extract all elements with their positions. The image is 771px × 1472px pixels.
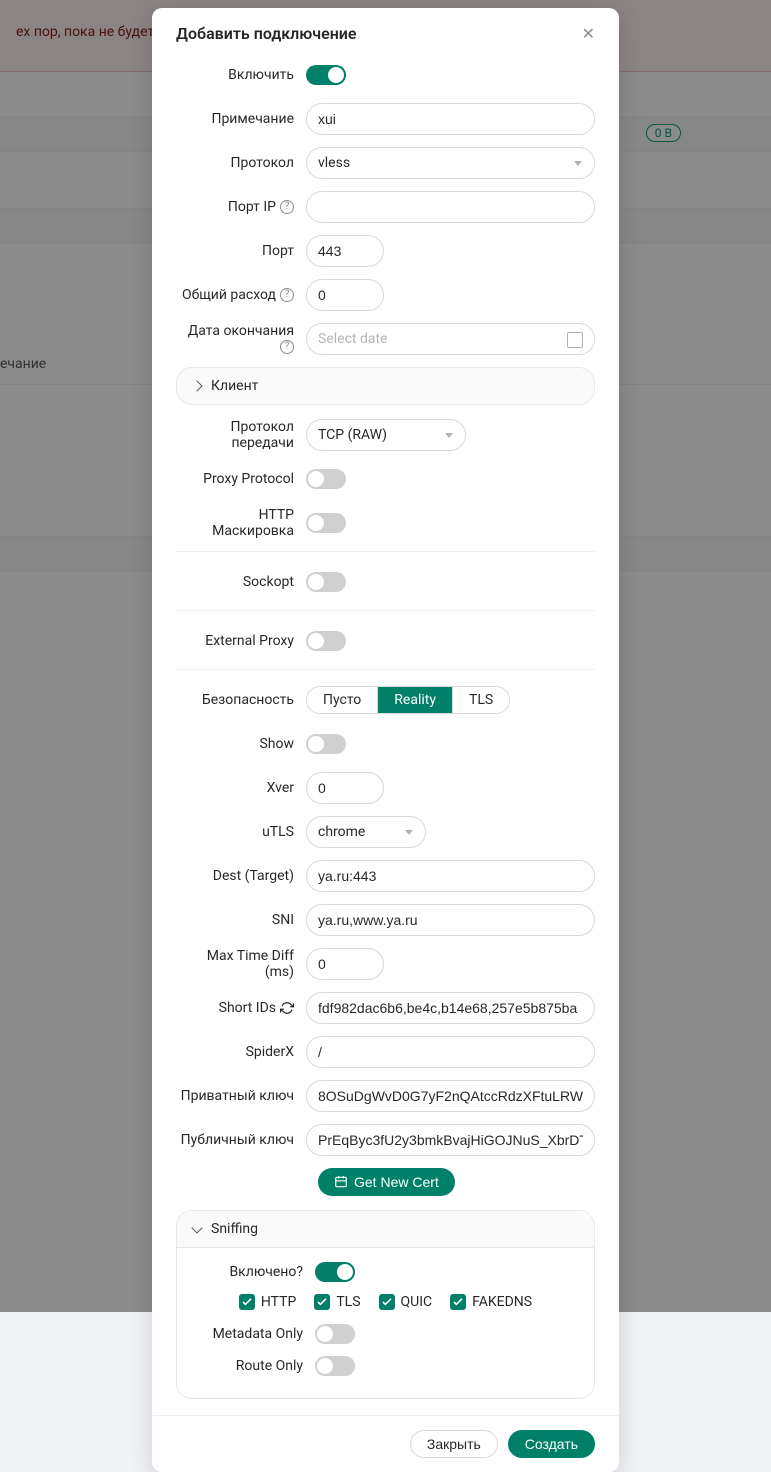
sniffing-body: Включено? HTTP TLS QUIC FAKEDNS Metadata… <box>177 1248 594 1398</box>
help-icon[interactable]: ? <box>280 340 294 354</box>
short-ids-input[interactable] <box>306 992 595 1024</box>
help-icon[interactable]: ? <box>296 1264 303 1280</box>
port-ip-input[interactable] <box>306 191 595 223</box>
security-label: Безопасность <box>176 692 306 708</box>
help-icon[interactable]: ? <box>280 288 294 302</box>
check-icon <box>242 1298 252 1306</box>
quic-checkbox[interactable]: QUIC <box>379 1294 433 1310</box>
utls-label: uTLS <box>176 824 306 840</box>
http-masking-label: HTTP Маскировка <box>176 507 306 539</box>
external-proxy-switch[interactable] <box>306 631 346 651</box>
utls-value: chrome <box>318 824 365 840</box>
security-none-button[interactable]: Пусто <box>307 687 378 713</box>
chevron-right-icon <box>191 380 202 391</box>
sniffing-protocols: HTTP TLS QUIC FAKEDNS <box>193 1294 578 1310</box>
sniffing-enabled-label: Включено? <box>193 1264 315 1280</box>
get-cert-label: Get New Cert <box>354 1174 439 1190</box>
max-time-diff-input[interactable] <box>306 948 384 980</box>
route-only-switch[interactable] <box>315 1356 355 1376</box>
remark-input[interactable] <box>306 103 595 135</box>
route-only-label: Route Only <box>193 1358 315 1374</box>
show-label: Show <box>176 736 306 752</box>
security-tls-button[interactable]: TLS <box>453 687 509 713</box>
security-reality-button[interactable]: Reality <box>378 687 453 713</box>
divider <box>176 551 595 552</box>
sniffing-label: Sniffing <box>211 1221 258 1237</box>
help-icon[interactable]: ? <box>280 200 294 214</box>
transport-value: TCP (RAW) <box>318 427 387 443</box>
port-label: Порт <box>176 243 306 259</box>
dest-label: Dest (Target) <box>176 868 306 884</box>
chevron-down-icon <box>191 1222 202 1233</box>
spiderx-label: SpiderX <box>176 1044 306 1060</box>
proxy-protocol-switch[interactable] <box>306 469 346 489</box>
metadata-only-label: Metadata Only <box>193 1326 315 1342</box>
cert-icon <box>334 1175 348 1189</box>
modal-footer: Закрыть Создать <box>152 1415 619 1472</box>
sniffing-panel: Sniffing Включено? HTTP TLS QUIC FAKEDNS… <box>176 1210 595 1399</box>
divider <box>176 669 595 670</box>
public-key-input[interactable] <box>306 1124 595 1156</box>
short-ids-label: Short IDs <box>176 1000 306 1016</box>
check-icon <box>453 1298 463 1306</box>
total-flow-input[interactable] <box>306 279 384 311</box>
public-key-label: Публичный ключ <box>176 1132 306 1148</box>
refresh-icon[interactable] <box>280 1001 294 1015</box>
utls-select[interactable]: chrome <box>306 816 426 848</box>
proxy-protocol-label: Proxy Protocol <box>176 471 306 487</box>
expiry-placeholder: Select date <box>318 331 387 347</box>
total-flow-label: Общий расход? <box>176 287 306 303</box>
expiry-datepicker[interactable]: Select date <box>306 323 595 355</box>
sockopt-switch[interactable] <box>306 572 346 592</box>
private-key-input[interactable] <box>306 1080 595 1112</box>
divider <box>176 610 595 611</box>
max-time-diff-label: Max Time Diff (ms) <box>176 948 306 980</box>
get-cert-button[interactable]: Get New Cert <box>318 1168 455 1196</box>
protocol-value: vless <box>318 155 350 171</box>
modal-header: Добавить подключение ✕ <box>152 8 619 59</box>
sniffing-collapse[interactable]: Sniffing <box>177 1211 594 1248</box>
dest-input[interactable] <box>306 860 595 892</box>
http-masking-switch[interactable] <box>306 513 346 533</box>
sni-input[interactable] <box>306 904 595 936</box>
transport-label: Протокол передачи <box>176 419 306 451</box>
enable-switch[interactable] <box>306 65 346 85</box>
sniffing-enabled-switch[interactable] <box>315 1262 355 1282</box>
tls-checkbox[interactable]: TLS <box>314 1294 360 1310</box>
expiry-label: Дата окончания? <box>176 323 306 355</box>
enable-label: Включить <box>176 67 306 83</box>
xver-label: Xver <box>176 780 306 796</box>
transport-select[interactable]: TCP (RAW) <box>306 419 466 451</box>
client-label: Клиент <box>211 378 258 394</box>
add-connection-modal: Добавить подключение ✕ Включить Примечан… <box>152 8 619 1472</box>
create-button[interactable]: Создать <box>508 1430 595 1458</box>
metadata-only-switch[interactable] <box>315 1324 355 1344</box>
close-icon[interactable]: ✕ <box>582 26 595 42</box>
client-collapse[interactable]: Клиент <box>176 367 595 405</box>
modal-title: Добавить подключение <box>176 24 357 43</box>
sockopt-label: Sockopt <box>176 574 306 590</box>
check-icon <box>382 1298 392 1306</box>
port-ip-label: Порт IP? <box>176 199 306 215</box>
close-button[interactable]: Закрыть <box>410 1430 498 1458</box>
protocol-select[interactable]: vless <box>306 147 595 179</box>
check-icon <box>317 1298 327 1306</box>
remark-label: Примечание <box>176 111 306 127</box>
port-input[interactable] <box>306 235 384 267</box>
security-radio-group: Пусто Reality TLS <box>306 686 510 714</box>
private-key-label: Приватный ключ <box>176 1088 306 1104</box>
show-switch[interactable] <box>306 734 346 754</box>
fakedns-checkbox[interactable]: FAKEDNS <box>450 1294 532 1310</box>
protocol-label: Протокол <box>176 155 306 171</box>
sni-label: SNI <box>176 912 306 928</box>
xver-input[interactable] <box>306 772 384 804</box>
http-checkbox[interactable]: HTTP <box>239 1294 296 1310</box>
external-proxy-label: External Proxy <box>176 633 306 649</box>
modal-body: Включить Примечание Протокол vless Порт … <box>152 59 619 1415</box>
spiderx-input[interactable] <box>306 1036 595 1068</box>
